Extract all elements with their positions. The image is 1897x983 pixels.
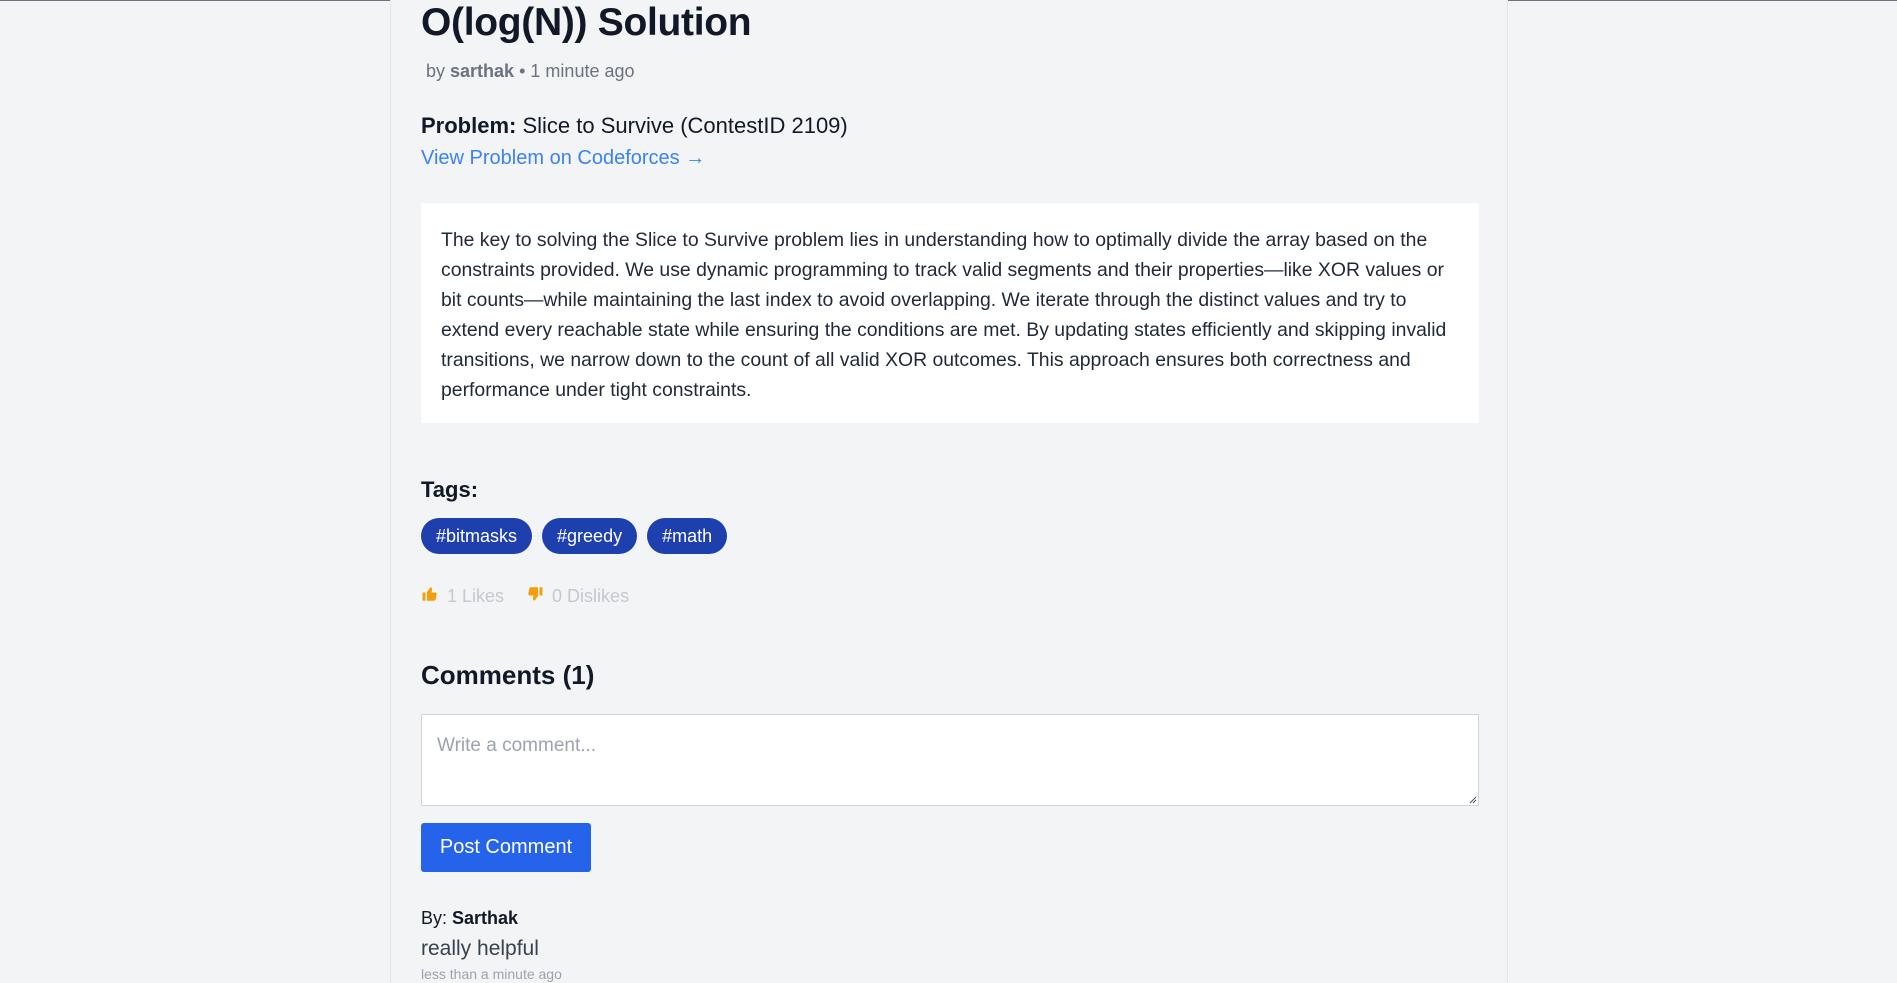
problem-label: Problem: [421, 113, 517, 138]
post-container: O(log(N)) Solution by sarthak • 1 minute… [390, 0, 1508, 983]
view-problem-link[interactable]: View Problem on Codeforces → [421, 147, 705, 170]
tag-greedy[interactable]: #greedy [542, 518, 638, 554]
comment-text: really helpful [421, 937, 539, 960]
tag-bitmasks[interactable]: #bitmasks [421, 518, 533, 554]
thumbs-up-icon [421, 585, 439, 608]
reactions: 1 Likes 0 Dislikes [421, 585, 629, 608]
comment-author: Sarthak [452, 908, 519, 928]
post-time: 1 minute ago [530, 61, 635, 81]
like-button[interactable]: 1 Likes [421, 585, 504, 608]
dislikes-count: 0 Dislikes [552, 586, 630, 606]
thumbs-down-icon [526, 585, 544, 608]
likes-count: 1 Likes [447, 586, 505, 606]
solution-description: The key to solving the Slice to Survive … [421, 203, 1479, 423]
comment-by-prefix: By: [421, 908, 448, 928]
meta-separator: • [519, 61, 526, 81]
comment-author-line: By: Sarthak [421, 908, 518, 929]
problem-line: Problem: Slice to Survive (ContestID 210… [421, 113, 848, 139]
post-author[interactable]: sarthak [450, 61, 514, 81]
by-prefix: by [426, 61, 446, 81]
problem-name: Slice to Survive (ContestID 2109) [522, 113, 848, 138]
post-comment-button[interactable]: Post Comment [421, 823, 591, 872]
comment-time: less than a minute ago [421, 966, 562, 982]
post-title: O(log(N)) Solution [421, 1, 752, 44]
tags-heading: Tags: [421, 477, 479, 502]
comments-heading: Comments (1) [421, 660, 595, 690]
dislike-button[interactable]: 0 Dislikes [526, 585, 629, 608]
tag-math[interactable]: #math [647, 518, 728, 554]
comment-input[interactable] [421, 714, 1479, 806]
resize-grip-icon[interactable] [1469, 796, 1477, 804]
post-meta: by sarthak • 1 minute ago [426, 61, 635, 82]
tag-list: #bitmasks #greedy #math [421, 518, 728, 554]
